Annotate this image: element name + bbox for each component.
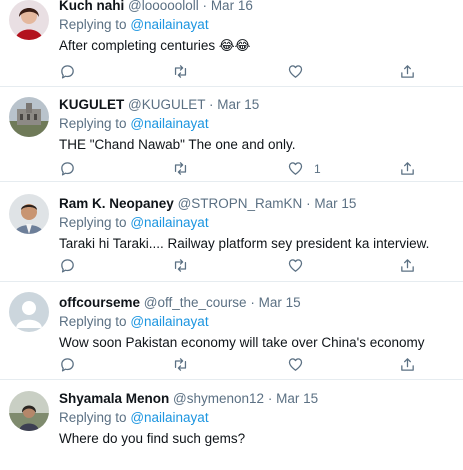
mention-link[interactable]: @nailainayat (130, 314, 208, 329)
retweet-icon (174, 162, 187, 175)
author-handle[interactable]: @looooololl (128, 0, 199, 13)
separator: · (209, 97, 214, 112)
tweet-text: Where do you find such gems? (59, 431, 246, 446)
share-icon (401, 358, 414, 371)
separator: · (267, 391, 273, 406)
mention-link[interactable]: @nailainayat (130, 215, 208, 230)
share-icon (401, 259, 414, 272)
avatar[interactable] (9, 391, 49, 431)
replying-to-label: Replying to (59, 17, 127, 32)
reply-tweet[interactable]: Shyamala Menon @shymenon12 · Mar 15 Repl… (0, 380, 463, 470)
action-bar: 1 (59, 160, 455, 180)
replying-to-label: Replying to (59, 116, 127, 131)
reply-button[interactable] (59, 160, 76, 177)
replying-to: Replying to @nailainayat (59, 214, 455, 232)
author-name[interactable]: Shyamala Menon (59, 391, 169, 406)
heart-icon (288, 162, 303, 175)
share-icon (401, 65, 414, 78)
reply-tweet[interactable]: offcourseme @off_the_course · Mar 15 Rep… (0, 282, 463, 380)
author-name[interactable]: KUGULET (59, 97, 124, 112)
share-button[interactable] (399, 63, 416, 80)
tweet-date[interactable]: Mar 15 (314, 196, 356, 211)
share-button[interactable] (399, 356, 416, 373)
author-handle[interactable]: @shymenon12 (173, 391, 264, 406)
replying-to: Replying to @nailainayat (59, 313, 455, 331)
avatar[interactable] (9, 0, 49, 40)
retweet-icon (174, 65, 187, 78)
tweet-text: After completing centuries 😂😂 (59, 38, 251, 53)
like-button[interactable] (287, 356, 314, 373)
heart-icon (288, 259, 303, 272)
tweet-text: Wow soon Pakistan economy will take over… (59, 335, 425, 350)
tweet-date[interactable]: Mar 15 (276, 391, 318, 406)
reply-icon (61, 358, 74, 372)
author-name[interactable]: Kuch nahi (59, 0, 124, 13)
reply-button[interactable] (59, 257, 76, 274)
tweet-text: THE "Chand Nawab" The one and only. (59, 137, 296, 152)
reply-button[interactable] (59, 356, 76, 373)
retweet-icon (174, 358, 187, 371)
action-bar (59, 356, 455, 376)
avatar[interactable] (9, 194, 49, 234)
retweet-icon (174, 259, 187, 272)
separator: · (306, 196, 311, 211)
author-name[interactable]: offcourseme (59, 295, 140, 310)
retweet-button[interactable] (172, 63, 189, 80)
author-name[interactable]: Ram K. Neopaney (59, 196, 174, 211)
reply-tweet[interactable]: KUGULET @KUGULET · Mar 15 Replying to @n… (0, 87, 463, 182)
reply-tweet[interactable]: Ram K. Neopaney @STROPN_RamKN · Mar 15 R… (0, 182, 463, 282)
reply-icon (61, 65, 74, 79)
reply-icon (61, 162, 74, 176)
mention-link[interactable]: @nailainayat (130, 17, 208, 32)
retweet-button[interactable] (172, 356, 189, 373)
replying-to-label: Replying to (59, 314, 127, 329)
author-handle[interactable]: @KUGULET (128, 97, 205, 112)
author-handle[interactable]: @off_the_course (144, 295, 247, 310)
action-bar (59, 63, 455, 83)
like-button[interactable]: 1 (287, 160, 321, 177)
replying-to: Replying to @nailainayat (59, 16, 455, 34)
reply-button[interactable] (59, 63, 76, 80)
heart-icon (288, 65, 303, 78)
reply-feed: Kuch nahi @looooololl · Mar 16 Replying … (0, 0, 463, 450)
like-count: 1 (314, 161, 321, 176)
action-bar (59, 257, 455, 277)
tweet-text: Taraki hi Taraki.... Railway platform se… (59, 236, 430, 251)
avatar[interactable] (9, 97, 49, 137)
like-button[interactable] (287, 63, 314, 80)
heart-icon (288, 358, 303, 371)
retweet-button[interactable] (172, 160, 189, 177)
share-button[interactable] (399, 257, 416, 274)
share-icon (401, 162, 414, 175)
tweet-date[interactable]: Mar 15 (259, 295, 301, 310)
avatar[interactable] (9, 292, 49, 332)
like-button[interactable] (287, 257, 314, 274)
tweet-date[interactable]: Mar 15 (217, 97, 259, 112)
retweet-button[interactable] (172, 257, 189, 274)
replying-to: Replying to @nailainayat (59, 115, 455, 133)
author-handle[interactable]: @STROPN_RamKN (178, 196, 303, 211)
reply-tweet[interactable]: Kuch nahi @looooololl · Mar 16 Replying … (0, 0, 463, 87)
replying-to-label: Replying to (59, 215, 127, 230)
mention-link[interactable]: @nailainayat (130, 116, 208, 131)
tweet-date[interactable]: Mar 16 (211, 0, 253, 13)
replying-to: Replying to @nailainayat (59, 409, 455, 427)
replying-to-label: Replying to (59, 410, 127, 425)
separator: · (202, 0, 208, 13)
separator: · (250, 295, 255, 310)
reply-icon (61, 259, 74, 273)
share-button[interactable] (399, 160, 416, 177)
mention-link[interactable]: @nailainayat (130, 410, 208, 425)
